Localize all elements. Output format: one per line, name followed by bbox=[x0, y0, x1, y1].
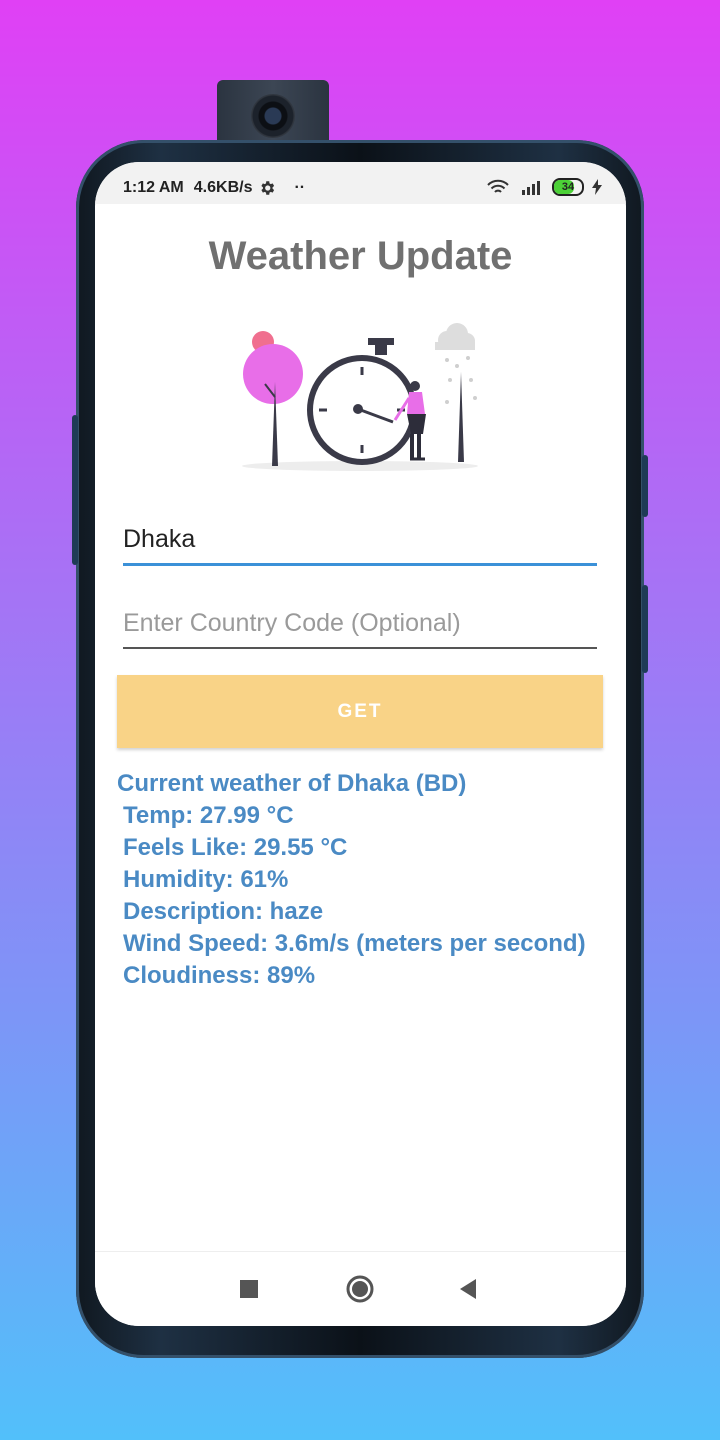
charging-icon bbox=[592, 179, 602, 195]
result-description: Description: haze bbox=[123, 898, 324, 925]
navigation-bar bbox=[95, 1251, 626, 1326]
result-heading: Current weather of Dhaka (BD) bbox=[117, 770, 467, 797]
status-time: 1:12 AM bbox=[123, 179, 184, 196]
battery-level: 34 bbox=[561, 181, 575, 193]
status-right: 34 bbox=[486, 178, 602, 196]
result-temp: Temp: 27.99 °C bbox=[123, 802, 294, 829]
status-bar: 1:12 AM 4.6KB/s ·· 34 bbox=[95, 162, 626, 204]
popup-camera bbox=[217, 80, 329, 144]
status-network-speed: 4.6KB/s bbox=[193, 179, 253, 196]
wifi-icon bbox=[487, 179, 509, 193]
side-button bbox=[72, 415, 78, 565]
country-code-input[interactable] bbox=[123, 601, 597, 645]
weather-result: Current weather of Dhaka (BD) Temp: 27.9… bbox=[117, 768, 607, 992]
app-screen: 1:12 AM 4.6KB/s ·· 34 Weather Update Dha… bbox=[95, 162, 626, 1326]
result-humidity: Humidity: 61% bbox=[123, 866, 289, 893]
signal-icon bbox=[522, 181, 540, 195]
weather-illustration bbox=[242, 323, 478, 471]
country-code-field[interactable] bbox=[123, 601, 597, 649]
side-button bbox=[642, 455, 648, 517]
recents-icon[interactable] bbox=[234, 1274, 264, 1304]
back-icon[interactable] bbox=[453, 1274, 483, 1304]
city-input[interactable] bbox=[123, 517, 597, 561]
camera-lens-icon bbox=[251, 94, 295, 138]
get-button[interactable]: GET bbox=[117, 675, 603, 748]
city-field[interactable] bbox=[123, 517, 597, 566]
settings-icon bbox=[261, 181, 275, 195]
home-icon[interactable] bbox=[345, 1274, 375, 1304]
side-button bbox=[642, 585, 648, 673]
result-cloudiness: Cloudiness: 89% bbox=[123, 962, 316, 989]
battery-icon: 34 bbox=[552, 178, 584, 196]
status-dots-icon: ·· bbox=[294, 179, 306, 196]
page-title: Weather Update bbox=[208, 234, 513, 278]
result-wind-speed: Wind Speed: 3.6m/s (meters per second) bbox=[123, 930, 586, 957]
status-left: 1:12 AM 4.6KB/s ·· bbox=[123, 179, 305, 197]
result-feels-like: Feels Like: 29.55 °C bbox=[123, 834, 348, 861]
